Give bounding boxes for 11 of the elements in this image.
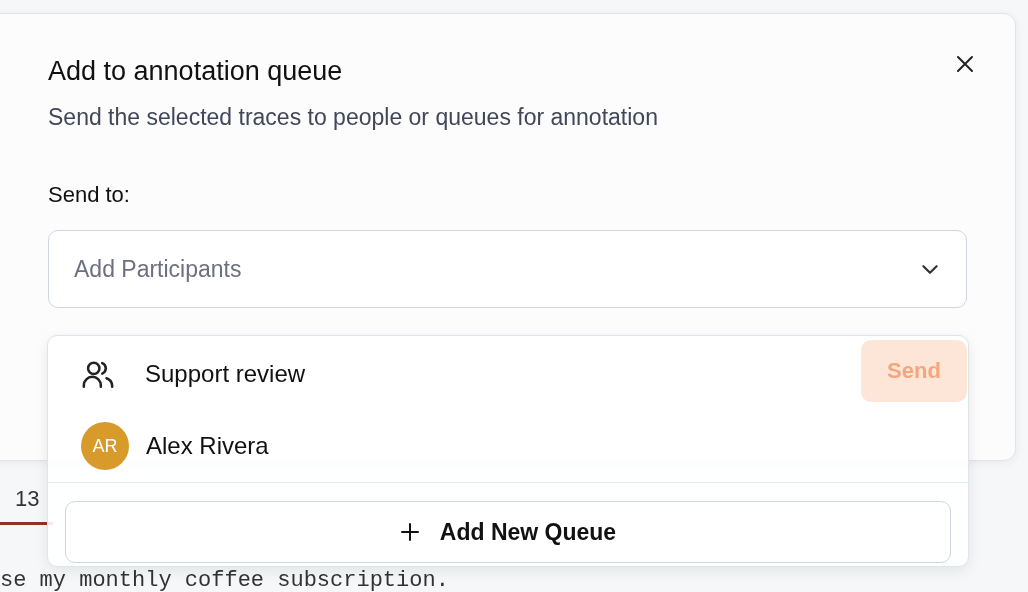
chevron-down-icon (921, 264, 939, 275)
dialog-title: Add to annotation queue (48, 55, 343, 88)
plus-icon (399, 522, 420, 542)
field-label: Send to: (48, 181, 131, 209)
participants-field[interactable]: Add Participants (48, 230, 967, 308)
avatar: AR (81, 422, 129, 470)
dropdown-option[interactable]: Support review (48, 338, 808, 410)
add-queue-button[interactable]: Add New Queue (65, 501, 951, 563)
dialog-description: Send the selected traces to people or queues for annotation (48, 103, 659, 132)
message-text: se my monthly coffee subscription. (0, 568, 450, 592)
close-icon[interactable] (955, 54, 975, 74)
